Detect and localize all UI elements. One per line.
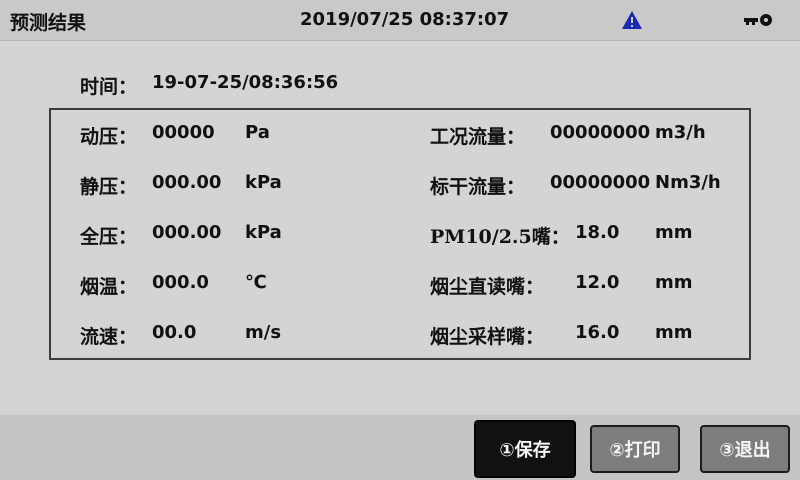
action-bar bbox=[0, 415, 800, 480]
static-pressure-label: 静压： bbox=[80, 176, 138, 198]
save-button[interactable]: ①保存 bbox=[474, 420, 576, 478]
flow-velocity-label: 流速： bbox=[80, 326, 138, 348]
flue-temperature-value: 000.0 bbox=[152, 272, 209, 293]
pm-nozzle-unit: mm bbox=[655, 222, 693, 243]
page-title: 预测结果 bbox=[10, 12, 87, 34]
dust-sampling-nozzle-label: 烟尘采样嘴： bbox=[430, 326, 545, 348]
dynamic-pressure-label: 动压： bbox=[80, 126, 138, 148]
title-bar: 预测结果 2019/07/25 08:37:07 bbox=[0, 0, 800, 41]
static-pressure-value: 000.00 bbox=[152, 172, 222, 193]
key-icon bbox=[744, 14, 772, 26]
pm-nozzle-label: PM10/2.5嘴： bbox=[430, 226, 570, 248]
dust-direct-nozzle-unit: mm bbox=[655, 272, 693, 293]
flow-velocity-value: 00.0 bbox=[152, 322, 197, 343]
dust-direct-nozzle-value: 12.0 bbox=[575, 272, 620, 293]
standard-dry-flow-label: 标干流量： bbox=[430, 176, 526, 198]
dynamic-pressure-value: 00000 bbox=[152, 122, 215, 143]
total-pressure-value: 000.00 bbox=[152, 222, 222, 243]
total-pressure-unit: kPa bbox=[245, 222, 282, 243]
working-flow-label: 工况流量： bbox=[430, 126, 526, 148]
total-pressure-label: 全压： bbox=[80, 226, 138, 248]
datetime-display: 2019/07/25 08:37:07 bbox=[300, 9, 510, 30]
dust-sampling-nozzle-unit: mm bbox=[655, 322, 693, 343]
standard-dry-flow-unit: Nm3/h bbox=[655, 172, 721, 193]
working-flow-value: 00000000 bbox=[550, 122, 651, 143]
time-value: 19-07-25/08:36:56 bbox=[152, 72, 339, 93]
time-label: 时间： bbox=[80, 76, 138, 98]
prediction-result-screen: 预测结果 2019/07/25 08:37:07 时间： 19-07-25/08… bbox=[0, 0, 800, 480]
pm-nozzle-value: 18.0 bbox=[575, 222, 620, 243]
warning-triangle-icon bbox=[622, 11, 642, 29]
dust-sampling-nozzle-value: 16.0 bbox=[575, 322, 620, 343]
print-button[interactable]: ②打印 bbox=[590, 425, 680, 473]
flow-velocity-unit: m/s bbox=[245, 322, 282, 343]
flue-temperature-label: 烟温： bbox=[80, 276, 138, 298]
flue-temperature-unit: ℃ bbox=[245, 272, 267, 293]
dust-direct-nozzle-label: 烟尘直读嘴： bbox=[430, 276, 545, 298]
exit-button[interactable]: ③退出 bbox=[700, 425, 790, 473]
working-flow-unit: m3/h bbox=[655, 122, 706, 143]
dynamic-pressure-unit: Pa bbox=[245, 122, 270, 143]
static-pressure-unit: kPa bbox=[245, 172, 282, 193]
standard-dry-flow-value: 00000000 bbox=[550, 172, 651, 193]
